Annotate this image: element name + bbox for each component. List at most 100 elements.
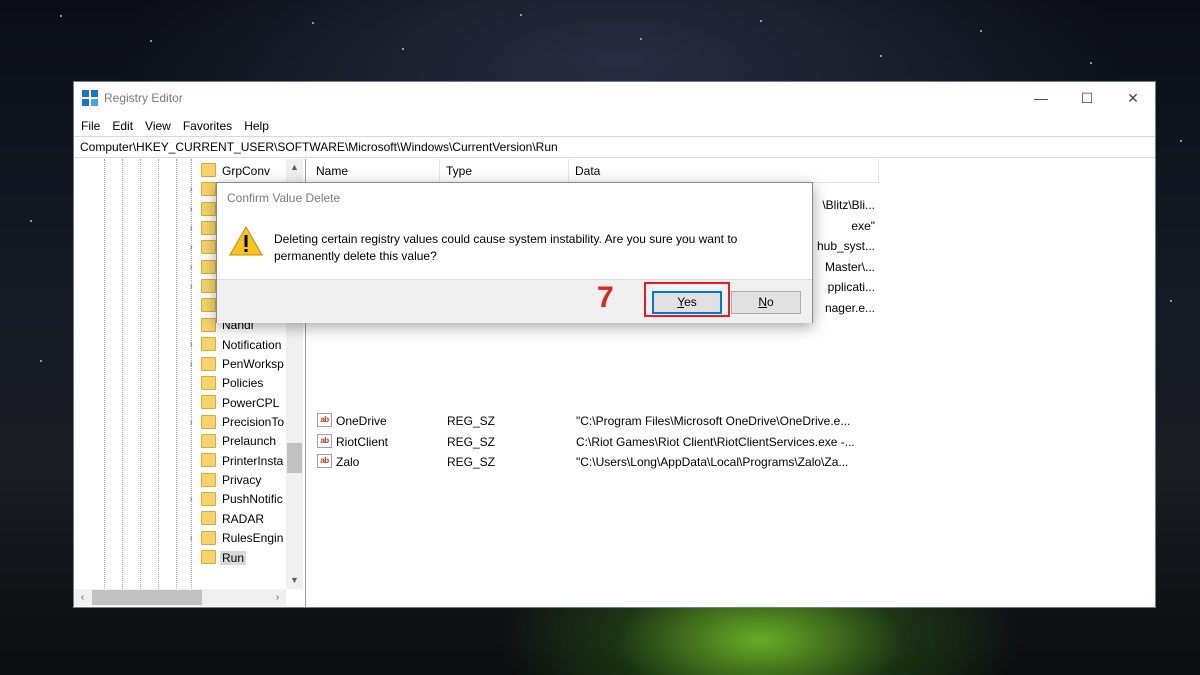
window-title: Registry Editor bbox=[104, 91, 183, 105]
folder-icon bbox=[201, 530, 216, 545]
tree-item[interactable]: › PenWorksp bbox=[186, 355, 296, 374]
value-type: REG_SZ bbox=[447, 414, 496, 428]
chevron-right-icon[interactable]: › bbox=[186, 204, 196, 215]
list-item[interactable]: ab Zalo REG_SZ "C:\Users\Long\AppData\Local… bbox=[310, 452, 1155, 472]
tree-guide-line bbox=[158, 159, 159, 589]
folder-icon bbox=[201, 453, 216, 468]
folder-icon bbox=[201, 433, 216, 448]
tree-item-label: Notification bbox=[222, 337, 282, 352]
folder-icon bbox=[201, 472, 216, 487]
maximize-icon: ☐ bbox=[1080, 89, 1094, 106]
folder-icon bbox=[201, 182, 216, 197]
value-type: REG_SZ bbox=[447, 455, 496, 469]
folder-icon bbox=[201, 201, 216, 216]
scroll-up-icon[interactable]: ▲ bbox=[286, 159, 303, 176]
tree-item[interactable]: PrinterInsta bbox=[186, 451, 296, 470]
folder-icon bbox=[201, 337, 216, 352]
close-button[interactable]: ✕ bbox=[1110, 82, 1156, 114]
menu-file[interactable]: File bbox=[74, 116, 106, 136]
tree-guide-line bbox=[176, 159, 177, 589]
string-value-icon: ab bbox=[317, 454, 332, 468]
folder-icon bbox=[201, 395, 216, 410]
menu-favorites[interactable]: Favorites bbox=[177, 116, 238, 136]
address-bar[interactable]: Computer\HKEY_CURRENT_USER\SOFTWARE\Micr… bbox=[74, 136, 1155, 158]
value-name: Zalo bbox=[336, 455, 360, 469]
tree-item[interactable]: Prelaunch bbox=[186, 432, 296, 451]
tree-item[interactable]: › PushNotific bbox=[186, 490, 296, 509]
chevron-right-icon[interactable]: › bbox=[186, 184, 196, 195]
chevron-right-icon[interactable]: › bbox=[186, 242, 196, 253]
folder-icon bbox=[201, 491, 216, 506]
value-type: REG_SZ bbox=[447, 434, 496, 449]
scroll-thumb[interactable] bbox=[92, 590, 202, 605]
no-mnemonic: N bbox=[758, 295, 767, 309]
tree-item-label: PushNotific bbox=[222, 492, 283, 507]
registry-editor-icon bbox=[82, 90, 98, 106]
column-header-name[interactable]: Name bbox=[310, 159, 440, 183]
menu-help[interactable]: Help bbox=[238, 116, 275, 136]
folder-icon bbox=[201, 356, 216, 371]
close-icon: ✕ bbox=[1127, 89, 1139, 106]
column-header-data[interactable]: Data bbox=[569, 159, 879, 183]
tree-item-label: Run bbox=[220, 550, 247, 565]
no-label: o bbox=[766, 295, 774, 309]
chevron-right-icon[interactable]: › bbox=[186, 494, 196, 505]
chevron-right-icon[interactable]: › bbox=[186, 359, 196, 370]
tree-item[interactable]: Policies bbox=[186, 374, 296, 393]
folder-icon bbox=[201, 259, 216, 274]
folder-icon bbox=[201, 375, 216, 390]
registry-editor-window: Registry Editor — ☐ ✕ File Edit View Fav… bbox=[73, 81, 1156, 608]
chevron-right-icon[interactable]: › bbox=[186, 281, 196, 292]
tree-guide-line bbox=[104, 159, 105, 589]
tree-guide-line bbox=[122, 159, 123, 589]
tree-item[interactable]: Run bbox=[186, 548, 296, 567]
string-value-icon: ab bbox=[317, 433, 332, 448]
chevron-right-icon[interactable]: › bbox=[186, 223, 196, 234]
tree-item[interactable]: PowerCPL bbox=[186, 393, 296, 412]
folder-icon bbox=[201, 414, 216, 429]
title-bar[interactable]: Registry Editor — ☐ ✕ bbox=[74, 82, 1155, 114]
scroll-thumb[interactable] bbox=[287, 443, 302, 473]
folder-icon bbox=[201, 163, 216, 177]
menu-view[interactable]: View bbox=[139, 116, 177, 136]
list-item[interactable]: ab RiotClient REG_SZ C:\Riot Games\Riot Cli… bbox=[310, 432, 1155, 452]
value-data: "C:\Program Files\Microsoft OneDrive\One… bbox=[576, 414, 851, 428]
tree-item[interactable]: › Notification bbox=[186, 335, 296, 354]
tree-horizontal-scrollbar[interactable]: ‹ › bbox=[74, 589, 286, 606]
minimize-button[interactable]: — bbox=[1018, 82, 1064, 114]
minimize-icon: — bbox=[1034, 90, 1048, 106]
tree-item[interactable]: › PrecisionTo bbox=[186, 413, 296, 432]
tree-item-label: PowerCPL bbox=[222, 395, 280, 410]
list-header: Name Type Data bbox=[310, 159, 880, 183]
chevron-right-icon[interactable]: › bbox=[186, 533, 196, 544]
folder-icon bbox=[201, 279, 216, 294]
tree-item-label: Prelaunch bbox=[222, 434, 277, 449]
tree-item[interactable]: Privacy bbox=[186, 471, 296, 490]
tree-guide-line bbox=[140, 159, 141, 589]
folder-icon bbox=[201, 317, 216, 332]
folder-icon bbox=[201, 221, 216, 236]
step-number: 7 bbox=[597, 281, 614, 314]
list-item[interactable]: ab OneDrive REG_SZ "C:\Program Files\Micros… bbox=[310, 411, 1155, 431]
scroll-down-icon[interactable]: ▼ bbox=[286, 572, 303, 589]
chevron-right-icon[interactable]: › bbox=[186, 339, 196, 350]
scroll-right-icon[interactable]: › bbox=[269, 589, 286, 606]
tree-item[interactable]: GrpConv bbox=[186, 161, 296, 180]
chevron-right-icon[interactable]: › bbox=[186, 262, 196, 273]
value-name: OneDrive bbox=[336, 414, 387, 428]
folder-icon bbox=[201, 511, 216, 526]
warning-icon bbox=[229, 225, 263, 256]
menu-edit[interactable]: Edit bbox=[106, 116, 139, 136]
scroll-left-icon[interactable]: ‹ bbox=[74, 589, 91, 606]
tree-item[interactable]: › RulesEngin bbox=[186, 529, 296, 548]
column-header-type[interactable]: Type bbox=[440, 159, 569, 183]
dialog-title: Confirm Value Delete bbox=[227, 191, 341, 205]
no-button[interactable]: No bbox=[731, 291, 801, 314]
tree-item[interactable]: RADAR bbox=[186, 509, 296, 528]
maximize-button[interactable]: ☐ bbox=[1064, 82, 1110, 114]
value-data: "C:\Users\Long\AppData\Local\Programs\Za… bbox=[576, 455, 849, 469]
tree-item-label: RulesEngin bbox=[222, 531, 284, 546]
tree-item-label: GrpConv bbox=[222, 163, 271, 178]
yes-button-highlight bbox=[644, 282, 730, 317]
chevron-right-icon[interactable]: › bbox=[186, 417, 196, 428]
